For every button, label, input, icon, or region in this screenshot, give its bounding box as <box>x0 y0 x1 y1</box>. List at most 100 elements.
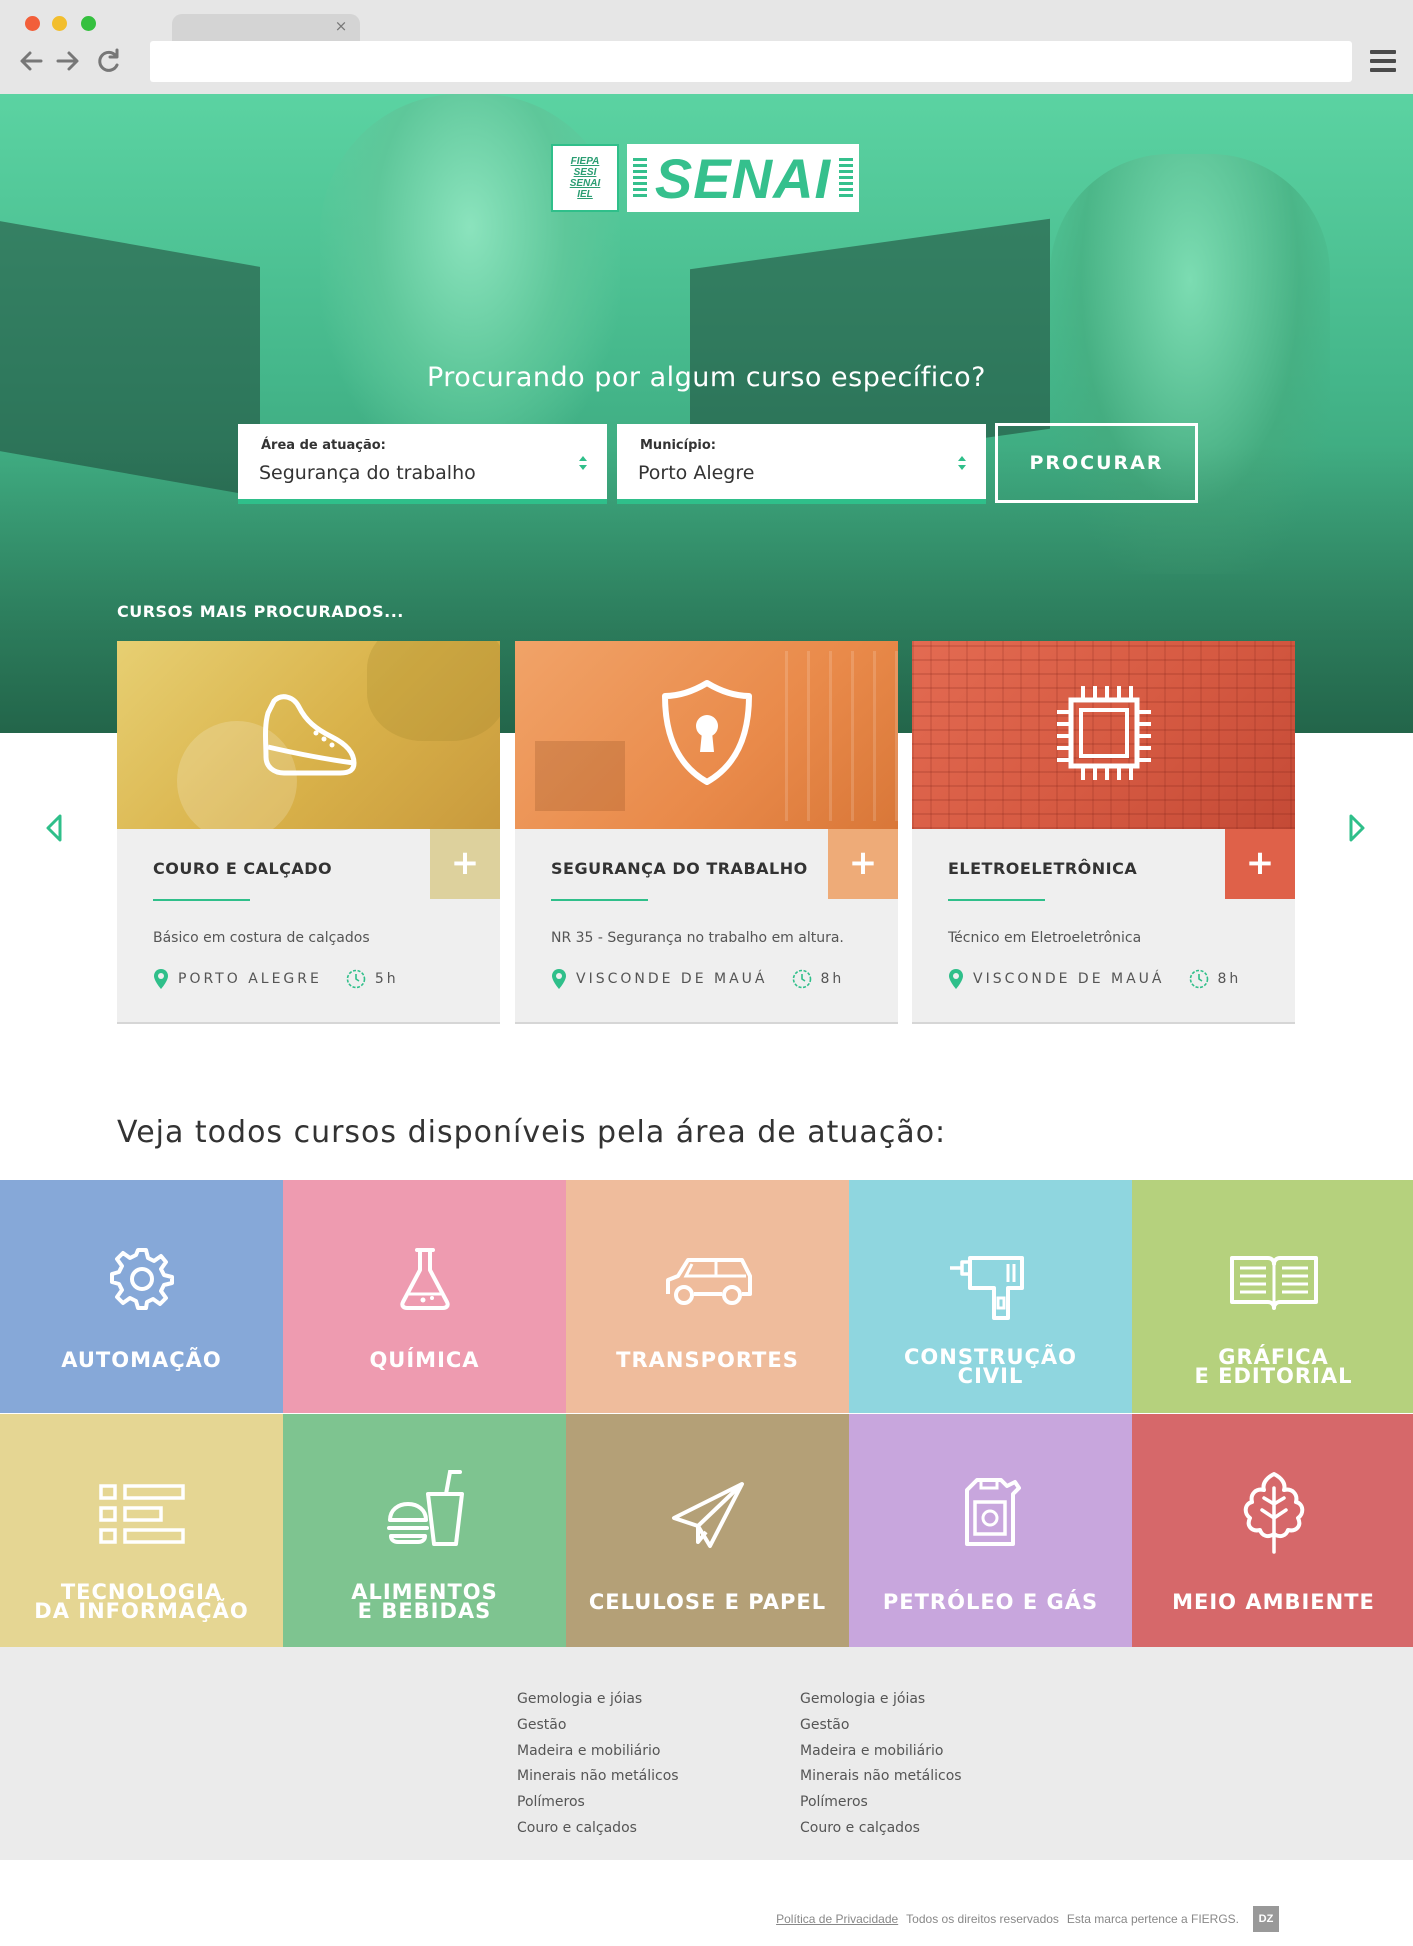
category-label: CELULOSE E PAPEL <box>588 1590 827 1614</box>
card-expand-button[interactable]: + <box>1225 829 1295 899</box>
drill-icon <box>949 1256 1024 1320</box>
list-icon <box>98 1484 185 1544</box>
footer-link[interactable]: Madeira e mobiliário <box>800 1739 962 1765</box>
carousel-prev-icon[interactable] <box>43 813 65 843</box>
footer-link[interactable]: Minerais não metálicos <box>517 1764 679 1790</box>
course-hours: 8h <box>1217 971 1242 987</box>
logo-text: SENAI <box>569 178 601 189</box>
category-label: CONSTRUÇÃO CIVIL <box>903 1345 1078 1388</box>
logo-text: SESI <box>573 167 597 178</box>
course-card[interactable]: COURO E CALÇADO Básico em costura de cal… <box>117 641 500 1022</box>
category-label: PETRÓLEO E GÁS <box>882 1590 1099 1614</box>
back-arrow-icon[interactable] <box>17 46 45 76</box>
course-city: PORTO ALEGRE <box>178 971 322 987</box>
select-arrows-icon <box>579 456 587 470</box>
window-minimize-dot[interactable] <box>52 16 67 31</box>
card-expand-button[interactable]: + <box>430 829 500 899</box>
category-label: GRÁFICA E EDITORIAL <box>1194 1345 1353 1388</box>
select-arrows-icon <box>958 456 966 470</box>
category-tile-celulose-papel[interactable]: CELULOSE E PAPEL <box>566 1414 849 1647</box>
jerrycan-icon <box>964 1478 1021 1546</box>
most-searched-heading: CURSOS MAIS PROCURADOS... <box>117 602 404 621</box>
category-label: MEIO AMBIENTE <box>1172 1590 1375 1614</box>
title-underline <box>551 899 648 901</box>
map-pin-icon <box>949 969 963 989</box>
footer-link[interactable]: Gestão <box>517 1713 679 1739</box>
category-tile-automacao[interactable]: AUTOMAÇÃO <box>0 1180 283 1413</box>
card-expand-button[interactable]: + <box>828 829 898 899</box>
footer-link[interactable]: Minerais não metálicos <box>800 1764 962 1790</box>
privacy-policy-link[interactable]: Política de Privacidade <box>776 1912 898 1926</box>
footer-link[interactable]: Couro e calçados <box>517 1816 679 1842</box>
category-tile-meio-ambiente[interactable]: MEIO AMBIENTE <box>1132 1414 1413 1647</box>
forward-arrow-icon[interactable] <box>54 46 82 76</box>
course-card[interactable]: SEGURANÇA DO TRABALHO NR 35 - Segurança … <box>515 641 898 1022</box>
categories-heading: Veja todos cursos disponíveis pela área … <box>117 1115 947 1150</box>
clock-icon <box>1189 969 1208 989</box>
category-tile-transportes[interactable]: TRANSPORTES <box>566 1180 849 1413</box>
city-select[interactable]: Município: Porto Alegre <box>617 424 986 504</box>
category-tile-tecnologia-informacao[interactable]: TECNOLOGIA DA INFORMAÇÃO <box>0 1414 283 1647</box>
course-hours: 8h <box>820 971 845 987</box>
browser-tab[interactable] <box>172 14 360 42</box>
window-close-dot[interactable] <box>25 16 40 31</box>
logo-text: FIEPA <box>570 156 600 167</box>
window-maximize-dot[interactable] <box>81 16 96 31</box>
category-tile-alimentos-bebidas[interactable]: ALIMENTOS E BEBIDAS <box>283 1414 566 1647</box>
footer-link[interactable]: Madeira e mobiliário <box>517 1739 679 1765</box>
address-bar[interactable] <box>150 41 1352 82</box>
footer-link[interactable]: Gestão <box>800 1713 962 1739</box>
course-city: VISCONDE DE MAUÁ <box>576 971 768 987</box>
footer-link[interactable]: Polímeros <box>517 1790 679 1816</box>
category-tile-grafica-editorial[interactable]: GRÁFICA E EDITORIAL <box>1132 1180 1413 1413</box>
footer-link[interactable]: Gemologia e jóias <box>517 1687 679 1713</box>
category-tile-quimica[interactable]: QUÍMICA <box>283 1180 566 1413</box>
clock-icon <box>346 969 366 989</box>
browser-menu-icon[interactable] <box>1370 50 1396 74</box>
browser-chrome: × <box>0 0 1413 94</box>
logo-stripes <box>839 158 853 198</box>
area-select-value: Segurança do trabalho <box>259 462 476 484</box>
course-title: COURO E CALÇADO <box>153 859 333 878</box>
course-card[interactable]: ELETROELETRÔNICA Técnico em Eletroeletrô… <box>912 641 1295 1022</box>
page: × FIEPA SESI SENAI IEL SENAI Procurando … <box>0 0 1413 1946</box>
map-pin-icon <box>154 969 168 989</box>
flask-icon <box>399 1248 450 1310</box>
course-meta: VISCONDE DE MAUÁ 8h <box>948 968 1241 990</box>
logo-wordmark: SENAI <box>654 146 832 210</box>
shoe-icon <box>262 694 356 776</box>
city-select-value: Porto Alegre <box>638 462 755 484</box>
fiepa-logo-block: FIEPA SESI SENAI IEL <box>551 144 619 212</box>
legal-row: Política de Privacidade Todos os direito… <box>776 1906 1279 1932</box>
category-tile-petroleo-gas[interactable]: PETRÓLEO E GÁS <box>849 1414 1132 1647</box>
area-select-label: Área de atuação: <box>261 438 386 453</box>
tab-close-icon[interactable]: × <box>333 16 349 36</box>
reload-icon[interactable] <box>95 46 123 76</box>
logo-text: IEL <box>577 189 593 200</box>
search-button[interactable]: PROCURAR <box>995 423 1198 503</box>
footer-link[interactable]: Couro e calçados <box>800 1816 962 1842</box>
carousel-next-icon[interactable] <box>1346 813 1368 843</box>
course-description: Básico em costura de calçados <box>153 930 370 946</box>
course-title: SEGURANÇA DO TRABALHO <box>551 859 808 878</box>
clock-icon <box>792 969 811 989</box>
leaf-icon <box>1243 1472 1304 1554</box>
agency-badge[interactable]: DZ <box>1253 1906 1279 1932</box>
area-select[interactable]: Área de atuação: Segurança do trabalho <box>238 424 607 504</box>
gear-icon <box>109 1248 174 1310</box>
category-label: TRANSPORTES <box>616 1348 799 1372</box>
course-meta: VISCONDE DE MAUÁ 8h <box>551 968 844 990</box>
footer-link[interactable]: Gemologia e jóias <box>800 1687 962 1713</box>
senai-logo-block: SENAI <box>627 144 859 212</box>
rights-text: Todos os direitos reservados <box>906 1912 1059 1926</box>
course-card-body: ELETROELETRÔNICA Técnico em Eletroeletrô… <box>912 829 1295 1022</box>
footer-link[interactable]: Polímeros <box>800 1790 962 1816</box>
category-label: ALIMENTOS E BEBIDAS <box>351 1580 498 1623</box>
category-grid: AUTOMAÇÃO QUÍMICA TRANSPORTES CONSTRUÇÃO… <box>0 1180 1413 1647</box>
title-underline <box>948 899 1045 901</box>
title-underline <box>153 899 250 901</box>
senai-logo[interactable]: FIEPA SESI SENAI IEL SENAI <box>551 144 859 214</box>
chip-icon <box>1056 686 1151 780</box>
burger-drink-icon <box>386 1470 464 1546</box>
category-tile-construcao-civil[interactable]: CONSTRUÇÃO CIVIL <box>849 1180 1132 1413</box>
